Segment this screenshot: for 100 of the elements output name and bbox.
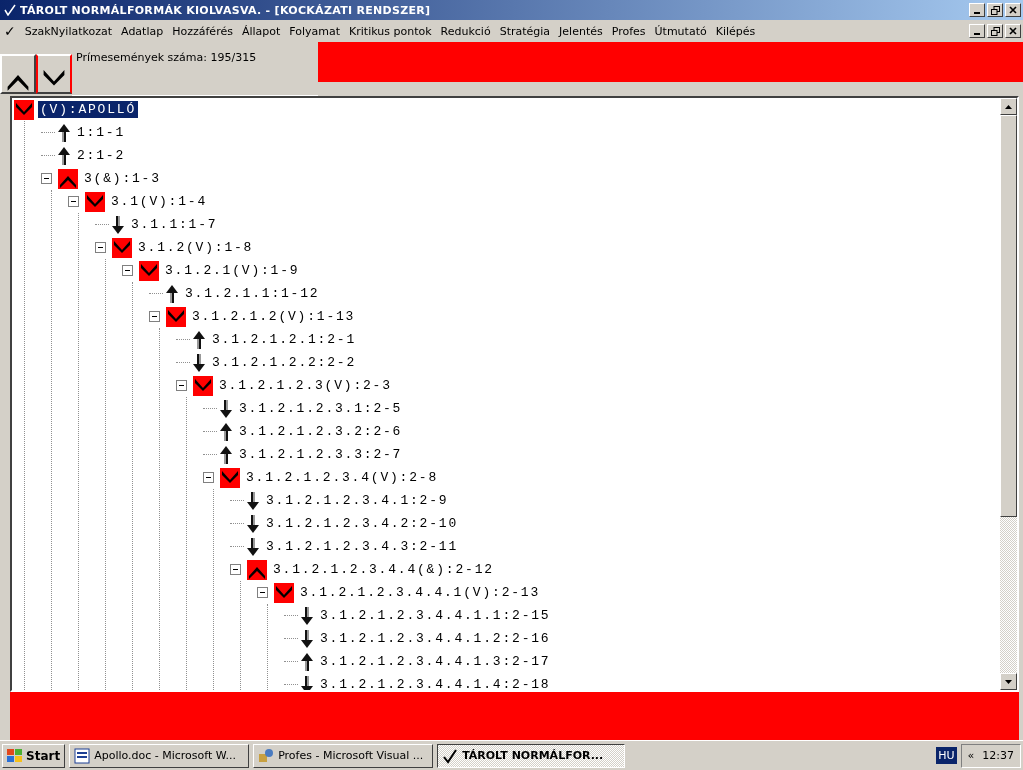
down-arrow-icon: [111, 214, 125, 235]
collapse-toggle[interactable]: [230, 564, 241, 575]
window-close-button[interactable]: [1005, 3, 1021, 17]
tree-node-label[interactable]: 3.1.2.1.2(V):1-13: [190, 308, 358, 325]
menu-item[interactable]: Adatlap: [121, 24, 164, 38]
tree-node-label[interactable]: 3.1.2.1.2.3.4.4.1.2:2-16: [318, 630, 553, 647]
document-minimize-button[interactable]: [969, 24, 985, 38]
taskbar-button[interactable]: Profes - Microsoft Visual ...: [253, 743, 434, 768]
menu-item[interactable]: Hozzáférés: [172, 24, 233, 38]
menu-item[interactable]: Kritikus pontok: [349, 24, 432, 38]
minus-icon: [178, 382, 185, 389]
down-chevron-icon: [166, 306, 186, 327]
tree-node-label[interactable]: 3.1.2.1.2.3.4.4.1(V):2-13: [298, 584, 543, 601]
menu-item[interactable]: Útmutató: [654, 24, 707, 38]
tree-node-label[interactable]: 3.1(V):1-4: [109, 193, 209, 210]
scroll-thumb[interactable]: [1000, 115, 1017, 517]
tree-node-label[interactable]: 3.1.2.1.2.3.4.4.1.4:2-18: [318, 676, 553, 690]
scroll-down-button[interactable]: [1000, 673, 1017, 690]
collapse-toggle[interactable]: [149, 311, 160, 322]
close-icon: [1009, 27, 1017, 35]
tree-node-label[interactable]: 3.1.2.1.2.3.4.1:2-9: [264, 492, 451, 509]
collapse-toggle[interactable]: [176, 380, 187, 391]
collapse-toggle[interactable]: [95, 242, 106, 253]
tree-node-label[interactable]: 3.1.2.1.2.3.4.2:2-10: [264, 515, 461, 532]
scrollbar[interactable]: [1000, 98, 1017, 690]
up-triangle-icon: [1005, 104, 1012, 109]
down-chevron-icon: [112, 237, 132, 258]
tree-node-label[interactable]: 3(&):1-3: [82, 170, 163, 187]
menu-item[interactable]: Kilépés: [715, 24, 756, 38]
menu-item[interactable]: Stratégia: [499, 24, 551, 38]
tree-node-label[interactable]: 2:1-2: [75, 147, 127, 164]
tree-node-label[interactable]: 3.1.2.1.2.3.4.4.1.1:2-15: [318, 607, 553, 624]
clock: 12:37: [982, 749, 1014, 762]
down-arrow-icon: [246, 490, 260, 511]
language-indicator[interactable]: HU: [936, 747, 957, 764]
tree-node-label[interactable]: (V):APOLLÓ: [38, 101, 138, 118]
collapse-toggle[interactable]: [257, 587, 268, 598]
collapse-toggle[interactable]: [41, 173, 52, 184]
up-arrow-icon: [165, 283, 179, 304]
up-chevron-icon: [247, 559, 267, 580]
minus-icon: [43, 175, 50, 182]
menu-item[interactable]: Jelentés: [559, 24, 603, 38]
up-arrow-icon: [219, 444, 233, 465]
check-icon: [442, 747, 459, 764]
menu-item[interactable]: Redukció: [440, 24, 491, 38]
menu-item[interactable]: SzakNyilatkozat: [24, 24, 113, 38]
up-arrow-icon: [57, 122, 71, 143]
tree-node-label[interactable]: 3.1.2(V):1-8: [136, 239, 256, 256]
tree-node-label[interactable]: 3.1.2.1.2.3.4.3:2-11: [264, 538, 461, 555]
up-chevron-button[interactable]: [0, 54, 36, 94]
collapse-toggle[interactable]: [203, 472, 214, 483]
tree-node-label[interactable]: 3.1.2.1.2.3.1:2-5: [237, 400, 405, 417]
tray-toggle[interactable]: «: [967, 749, 975, 762]
tree-node-label[interactable]: 3.1.2.1.2.3.3:2-7: [237, 446, 405, 463]
window-minimize-button[interactable]: [969, 3, 985, 17]
menu-item[interactable]: Profes: [611, 24, 646, 38]
tree-node-label[interactable]: 3.1.1:1-7: [129, 216, 220, 233]
tree-node-label[interactable]: 3.1.2.1.2.3.4(V):2-8: [244, 469, 441, 486]
minus-icon: [151, 313, 158, 320]
tree-node-label[interactable]: 3.1.2.1.2.2:2-2: [210, 354, 359, 371]
window-restore-button[interactable]: [987, 3, 1003, 17]
minus-icon: [97, 244, 104, 251]
menu-item[interactable]: Folyamat: [289, 24, 341, 38]
down-arrow-icon: [300, 628, 314, 649]
tree-node-label[interactable]: 3.1.2.1.2.3.4.4.1.3:2-17: [318, 653, 553, 670]
scroll-up-button[interactable]: [1000, 98, 1017, 115]
tree-node-label[interactable]: 3.1.2.1.2.3.2:2-6: [237, 423, 405, 440]
tree-node-label[interactable]: 3.1.2.1.2.1:2-1: [210, 331, 359, 348]
menu-item[interactable]: Állapot: [241, 24, 281, 38]
taskbar-button[interactable]: Apollo.doc - Microsoft W...: [69, 743, 250, 768]
restore-icon: [990, 26, 1000, 36]
down-chevron-icon: [85, 191, 105, 212]
down-chevron-icon: [220, 467, 240, 488]
down-arrow-icon: [219, 398, 233, 419]
tree-node-label[interactable]: 3.1.2.1.2.3(V):2-3: [217, 377, 394, 394]
close-icon: [1009, 6, 1017, 14]
down-arrow-icon: [300, 605, 314, 626]
up-arrow-icon: [57, 145, 71, 166]
minus-icon: [205, 474, 212, 481]
start-button[interactable]: Start: [2, 743, 66, 768]
taskbar-button[interactable]: TÁROLT NORMÁLFOR...: [437, 743, 626, 768]
tree-node-label[interactable]: 1:1-1: [75, 124, 127, 141]
minus-icon: [259, 589, 266, 596]
down-arrow-icon: [246, 513, 260, 534]
minus-icon: [124, 267, 131, 274]
minus-icon: [232, 566, 239, 573]
tree-node-label[interactable]: 3.1.2.1(V):1-9: [163, 262, 302, 279]
down-chevron-icon: [193, 375, 213, 396]
down-chevron-icon: [14, 99, 34, 120]
down-chevron-button[interactable]: [36, 54, 72, 94]
tree-node-label[interactable]: 3.1.2.1.1:1-12: [183, 285, 322, 302]
up-arrow-icon: [219, 421, 233, 442]
collapse-toggle[interactable]: [68, 196, 79, 207]
tree-node-label[interactable]: 3.1.2.1.2.3.4.4(&):2-12: [271, 561, 496, 578]
down-arrow-icon: [246, 536, 260, 557]
document-restore-button[interactable]: [987, 24, 1003, 38]
down-arrow-icon: [192, 352, 206, 373]
document-close-button[interactable]: [1005, 24, 1021, 38]
shapes-icon: [258, 747, 275, 764]
collapse-toggle[interactable]: [122, 265, 133, 276]
